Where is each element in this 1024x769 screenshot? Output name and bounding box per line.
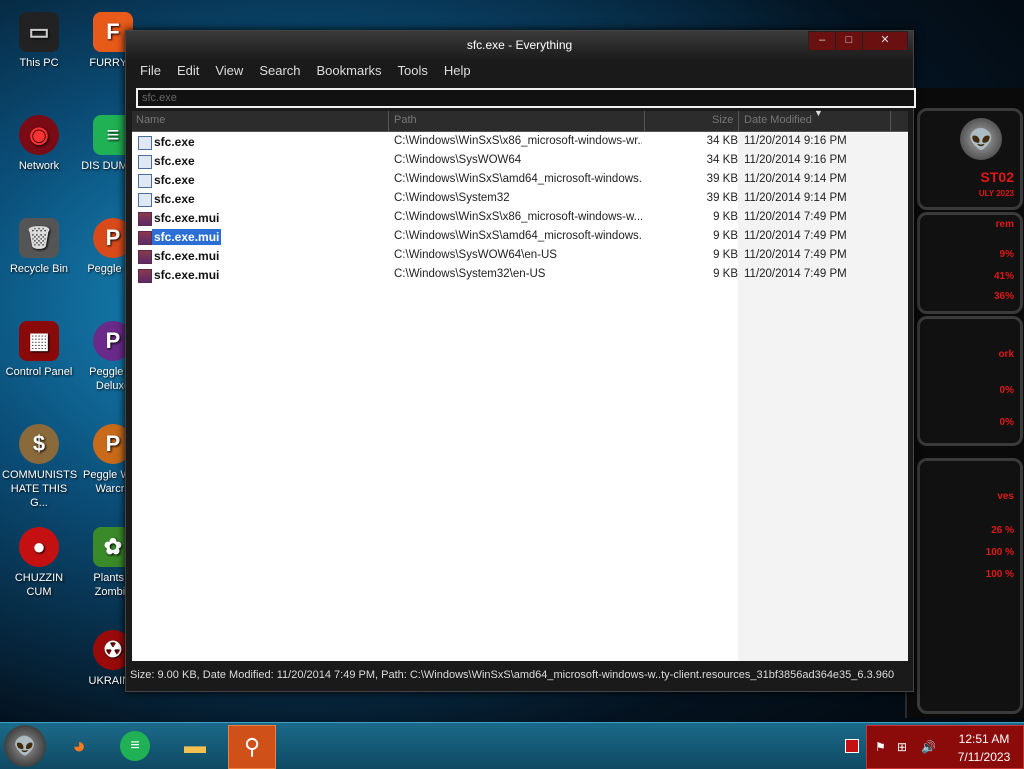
close-button[interactable]: ✕ — [862, 31, 908, 51]
drives-widget: ves 26 % 100 % 100 % — [917, 458, 1023, 714]
table-row[interactable]: sfc.exe C:\Windows\WinSxS\amd64_microsof… — [132, 171, 908, 190]
column-header: Name Path Size Date Modified ▼ — [132, 108, 908, 132]
clock[interactable]: 12:51 AM 7/11/2023 — [949, 730, 1019, 766]
exe-file-icon — [138, 136, 152, 150]
window-title: sfc.exe - Everything — [466, 38, 573, 52]
desktop-icon-this-pc[interactable]: ▭ This PC — [2, 12, 76, 70]
clock-date: 7/11/2023 — [957, 750, 1011, 764]
table-row[interactable]: sfc.exe.mui C:\Windows\System32\en-US 9 … — [132, 266, 908, 285]
column-date-modified[interactable]: Date Modified — [744, 114, 812, 126]
volume-icon[interactable]: 🔊 — [921, 740, 936, 754]
column-divider[interactable] — [890, 111, 891, 131]
start-button[interactable]: 👽 — [4, 725, 46, 767]
firefox-icon: ◕ — [72, 733, 86, 758]
taskbar-chat-app[interactable]: ≡ — [112, 725, 158, 767]
desktop-icon-label: Recycle Bin — [9, 263, 69, 275]
menu-bookmarks[interactable]: Bookmarks — [309, 61, 390, 83]
exe-file-icon — [138, 193, 152, 207]
taskbar-firefox[interactable]: ◕ — [56, 725, 102, 767]
network-icon: ◉ — [19, 115, 59, 155]
table-row[interactable]: sfc.exe C:\Windows\SysWOW64 34 KB 11/20/… — [132, 152, 908, 171]
money-bag-icon: $ — [19, 424, 59, 464]
column-divider[interactable] — [738, 111, 739, 131]
column-divider[interactable] — [388, 111, 389, 131]
alienware-logo-icon: 👽 — [960, 118, 1002, 160]
mui-file-icon — [138, 269, 152, 283]
desktop-icon-recycle-bin[interactable]: 🗑 Recycle Bin — [2, 218, 76, 276]
alien-head-icon: 👽 — [13, 735, 37, 756]
exe-file-icon — [138, 155, 152, 169]
sort-arrow-icon: ▼ — [814, 108, 823, 118]
minimize-button[interactable]: ‒ — [808, 31, 836, 51]
menu-edit[interactable]: Edit — [169, 61, 207, 83]
menu-file[interactable]: File — [132, 61, 169, 83]
column-name[interactable]: Name — [136, 114, 165, 126]
desktop-icon-label: Network — [18, 160, 60, 172]
desktop-icon-chuzzin[interactable]: ● CHUZZIN CUM — [2, 527, 76, 599]
mui-file-icon — [138, 250, 152, 264]
status-bar: Size: 9.00 KB, Date Modified: 11/20/2014… — [130, 669, 895, 681]
table-row[interactable]: sfc.exe.mui C:\Windows\WinSxS\x86_micros… — [132, 209, 908, 228]
menu-help[interactable]: Help — [436, 61, 479, 83]
column-size[interactable]: Size — [712, 114, 733, 126]
desktop-icon-network[interactable]: ◉ Network — [2, 115, 76, 173]
taskbar: 👽 ◕ ≡ ▬ ⚲ ⚑ ⊞ 🔊 12:51 AM 7/11/2023 — [0, 722, 1024, 769]
exe-file-icon — [138, 174, 152, 188]
everything-window: sfc.exe - Everything ‒ □ ✕ File Edit Vie… — [125, 30, 916, 692]
trash-icon: 🗑 — [19, 218, 59, 258]
desktop-icon-label: This PC — [19, 57, 59, 69]
everything-search-icon: ⚲ — [243, 734, 261, 759]
computer-icon: ▭ — [19, 12, 59, 52]
desktop-icon-label: Control Panel — [5, 366, 73, 378]
desktop-icon-communists[interactable]: $ COMMUNISTS HATE THIS G... — [2, 424, 78, 510]
taskbar-everything[interactable]: ⚲ — [228, 725, 276, 769]
file-explorer-icon: ▬ — [184, 733, 206, 758]
menu-bar: File Edit View Search Bookmarks Tools He… — [132, 61, 479, 83]
mui-file-icon — [138, 212, 152, 226]
results-list[interactable]: Name Path Size Date Modified ▼ sfc.exe C… — [132, 108, 908, 661]
search-input[interactable] — [136, 88, 916, 108]
network-widget: ork 0% 0% — [917, 316, 1023, 446]
gadget-panel: ST02 ULY 2023 rem 9% 41% 36% ork 0% 0% v… — [905, 88, 1024, 718]
maximize-button[interactable]: □ — [835, 31, 863, 51]
results-rows: sfc.exe C:\Windows\WinSxS\x86_microsoft-… — [132, 133, 908, 285]
desktop-icon-label: CHUZZIN CUM — [14, 572, 64, 598]
system-tray: ⚑ ⊞ 🔊 12:51 AM 7/11/2023 — [866, 725, 1024, 769]
column-path[interactable]: Path — [394, 114, 417, 126]
desktop-icon-control-panel[interactable]: ▦ Control Panel — [2, 321, 76, 379]
menu-tools[interactable]: Tools — [390, 61, 436, 83]
menu-search[interactable]: Search — [251, 61, 308, 83]
menu-view[interactable]: View — [207, 61, 251, 83]
desktop-icon-label: COMMUNISTS HATE THIS G... — [2, 469, 78, 509]
notification-icon[interactable] — [845, 739, 859, 753]
table-row[interactable]: sfc.exe.mui C:\Windows\SysWOW64\en-US 9 … — [132, 247, 908, 266]
table-row[interactable]: sfc.exe C:\Windows\System32 39 KB 11/20/… — [132, 190, 908, 209]
chat-app-icon: ≡ — [120, 731, 150, 761]
memory-widget: rem 9% 41% 36% — [917, 212, 1023, 314]
control-panel-icon: ▦ — [19, 321, 59, 361]
flag-icon[interactable]: ⚑ — [875, 740, 886, 754]
network-status-icon[interactable]: ⊞ — [897, 740, 907, 754]
clock-time: 12:51 AM — [958, 732, 1010, 746]
chuzzle-icon: ● — [19, 527, 59, 567]
column-divider[interactable] — [644, 111, 645, 131]
table-row-selected[interactable]: sfc.exe.mui C:\Windows\WinSxS\amd64_micr… — [132, 228, 908, 247]
taskbar-file-explorer[interactable]: ▬ — [172, 725, 218, 767]
window-titlebar[interactable]: sfc.exe - Everything ‒ □ ✕ — [126, 31, 913, 59]
table-row[interactable]: sfc.exe C:\Windows\WinSxS\x86_microsoft-… — [132, 133, 908, 152]
mui-file-icon — [138, 231, 152, 245]
